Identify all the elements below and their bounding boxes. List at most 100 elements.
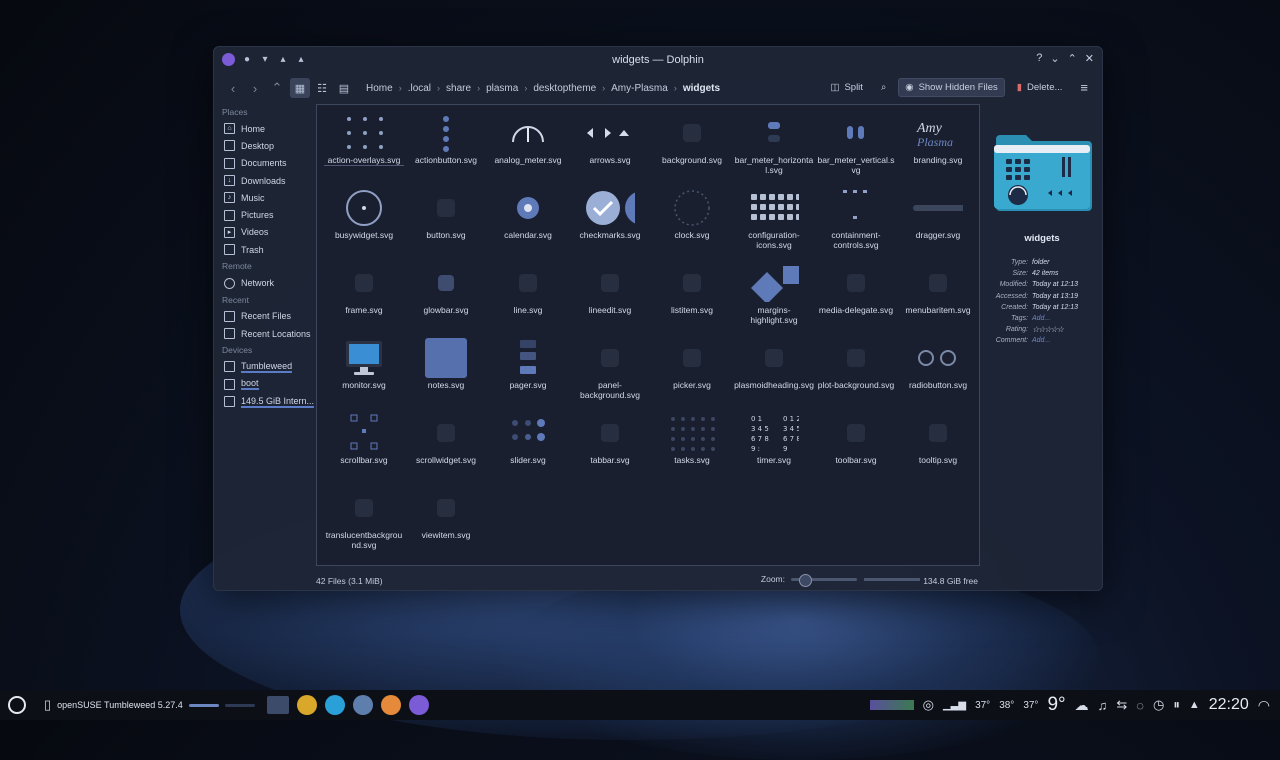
info-add-link[interactable]: Add... — [1032, 335, 1050, 346]
help-icon[interactable]: ? — [1036, 52, 1042, 65]
steam-icon[interactable]: ◎ — [923, 697, 934, 713]
file-item[interactable]: monitor.svg — [323, 336, 405, 411]
file-item[interactable]: tabbar.svg — [569, 411, 651, 486]
task-label[interactable]: openSUSE Tumbleweed 5.27.4 — [57, 700, 183, 710]
file-item[interactable]: viewitem.svg — [405, 486, 487, 561]
sidebar-item-desktop[interactable]: Desktop — [214, 137, 314, 154]
session-icon[interactable]: ◠ — [1258, 697, 1270, 714]
pause-icon[interactable]: ⏸ — [1173, 697, 1180, 713]
file-item[interactable]: line.svg — [487, 261, 569, 336]
file-item[interactable]: bar_meter_horizontal.svg — [733, 111, 815, 186]
sidebar-item-pictures[interactable]: Pictures — [214, 206, 314, 223]
file-item[interactable]: translucentbackground.svg — [323, 486, 405, 561]
breadcrumb-home[interactable]: Home — [366, 83, 393, 94]
file-item[interactable]: tooltip.svg — [897, 411, 979, 486]
zoom-slider[interactable] — [791, 573, 857, 587]
sidebar-item-trash[interactable]: Trash — [214, 241, 314, 258]
file-item[interactable]: listitem.svg — [651, 261, 733, 336]
file-item[interactable]: notes.svg — [405, 336, 487, 411]
network-activity-icon[interactable]: ▁▃▆ — [943, 700, 966, 711]
file-item[interactable]: glowbar.svg — [405, 261, 487, 336]
file-item[interactable]: busywidget.svg — [323, 186, 405, 261]
weather-temperature[interactable]: 9° — [1047, 694, 1065, 716]
file-item[interactable]: panel-background.svg — [569, 336, 651, 411]
update-icon[interactable]: ◷ — [1153, 697, 1164, 713]
keep-above-dot-icon[interactable]: ● — [241, 54, 253, 66]
file-item[interactable]: scrollwidget.svg — [405, 411, 487, 486]
file-item[interactable]: background.svg — [651, 111, 733, 186]
breadcrumb-amy-plasma[interactable]: Amy-Plasma — [611, 83, 668, 94]
move-up-icon[interactable]: ▴ — [295, 54, 307, 66]
breadcrumb-desktoptheme[interactable]: desktoptheme — [533, 83, 596, 94]
file-item[interactable]: analog_meter.svg — [487, 111, 569, 186]
info-add-link[interactable]: Add... — [1032, 313, 1050, 324]
app-icon-2[interactable] — [324, 695, 345, 715]
app-launcher-icon[interactable] — [8, 696, 26, 714]
dolphin-app-icon[interactable] — [222, 53, 235, 66]
file-item[interactable]: containment-controls.svg — [815, 186, 897, 261]
file-item[interactable]: action-overlays.svg — [323, 111, 405, 186]
app-icon-3[interactable] — [352, 695, 373, 715]
file-item[interactable]: radiobutton.svg — [897, 336, 979, 411]
breadcrumb-plasma[interactable]: plasma — [486, 83, 518, 94]
file-item[interactable]: tasks.svg — [651, 411, 733, 486]
up-arrow-icon[interactable]: ⌃ — [266, 80, 288, 96]
minimize-icon[interactable]: ⌄ — [1050, 52, 1059, 65]
sidebar-item-boot[interactable]: boot — [214, 376, 314, 393]
file-item[interactable]: picker.svg — [651, 336, 733, 411]
file-item[interactable]: button.svg — [405, 186, 487, 261]
file-item[interactable]: pager.svg — [487, 336, 569, 411]
back-arrow-icon[interactable]: ‹ — [222, 81, 244, 96]
file-item[interactable]: calendar.svg — [487, 186, 569, 261]
notifications-icon[interactable]: ♫ — [1098, 698, 1108, 713]
show-hidden-files-button[interactable]: ◉ Show Hidden Files — [898, 78, 1005, 97]
app-icon-1[interactable] — [296, 695, 317, 715]
file-item[interactable]: plasmoidheading.svg — [733, 336, 815, 411]
split-button[interactable]: ◫ Split — [824, 79, 868, 96]
rating-stars[interactable]: ☆☆☆☆☆ — [1032, 324, 1064, 335]
file-view[interactable]: action-overlays.svg actionbutton.svg analo… — [316, 104, 980, 566]
shade-down-icon[interactable]: ▾ — [259, 54, 271, 66]
file-item[interactable]: slider.svg — [487, 411, 569, 486]
icons-view-icon[interactable]: ▦ — [290, 78, 310, 98]
compact-view-icon[interactable]: ☷ — [312, 78, 332, 98]
task-window-icon[interactable]: ▯ — [44, 697, 51, 713]
file-item[interactable]: toolbar.svg — [815, 411, 897, 486]
title-bar[interactable]: ● ▾ ▴ ▴ widgets — Dolphin ? ⌄ ⌃ ✕ — [214, 47, 1102, 73]
delete-button[interactable]: ▮ Delete... — [1011, 79, 1069, 96]
file-item[interactable]: frame.svg — [323, 261, 405, 336]
file-item[interactable]: scrollbar.svg — [323, 411, 405, 486]
sidebar-item-videos[interactable]: ▸ Videos — [214, 224, 314, 241]
cloud-icon[interactable]: ☁ — [1075, 697, 1089, 714]
close-icon[interactable]: ✕ — [1085, 52, 1094, 65]
file-item[interactable]: checkmarks.svg — [569, 186, 651, 261]
file-item[interactable]: bar_meter_vertical.svg — [815, 111, 897, 186]
sidebar-item-tumbleweed[interactable]: Tumbleweed — [214, 358, 314, 375]
sidebar-item-recent-files[interactable]: Recent Files — [214, 308, 314, 325]
power-icon[interactable]: ◌ — [1136, 698, 1144, 713]
file-item[interactable]: 0 1 0 1 2 3 4 5 3 4 5 6 7 8 6 7 8 9 : 9 timer.sv… — [733, 411, 815, 486]
file-item[interactable]: arrows.svg — [569, 111, 651, 186]
sidebar-item-recent-locations[interactable]: Recent Locations — [214, 325, 314, 342]
file-item[interactable]: dragger.svg — [897, 186, 979, 261]
expand-tray-icon[interactable]: ▲ — [1189, 699, 1200, 711]
file-item[interactable]: lineedit.svg — [569, 261, 651, 336]
sidebar-item-home[interactable]: ⌂ Home — [214, 120, 314, 137]
file-item[interactable]: margins-highlight.svg — [733, 261, 815, 336]
sidebar-item-internal-drive[interactable]: 149.5 GiB Intern... — [214, 393, 314, 410]
file-item[interactable]: plot-background.svg — [815, 336, 897, 411]
breadcrumb-share[interactable]: share — [446, 83, 471, 94]
clock[interactable]: 22:20 — [1209, 696, 1249, 714]
sidebar-item-documents[interactable]: Documents — [214, 155, 314, 172]
sidebar-item-music[interactable]: ♪ Music — [214, 189, 314, 206]
file-item[interactable]: Amy Plasma branding.svg — [897, 111, 979, 186]
sidebar-item-downloads[interactable]: ↓ Downloads — [214, 172, 314, 189]
file-item[interactable]: configuration-icons.svg — [733, 186, 815, 261]
maximize-icon[interactable]: ⌃ — [1068, 52, 1077, 65]
breadcrumb-local[interactable]: .local — [408, 83, 431, 94]
search-button[interactable]: ⌕ — [875, 79, 892, 96]
file-item[interactable]: media-delegate.svg — [815, 261, 897, 336]
media-app-icon[interactable] — [408, 695, 429, 715]
file-item[interactable]: clock.svg — [651, 186, 733, 261]
dolphin-task-icon[interactable] — [266, 696, 289, 714]
